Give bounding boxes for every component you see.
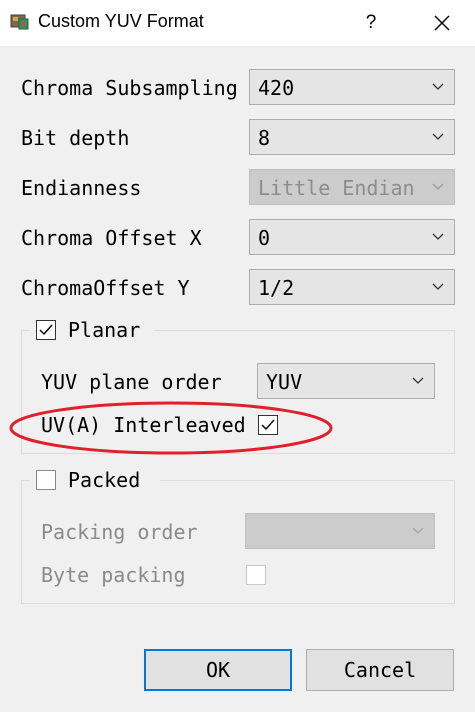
planar-group-header: Planar [30,318,154,342]
yuv-plane-order-select[interactable]: YUV [257,363,435,399]
packed-group-header: Packed [30,468,160,492]
chroma-offset-y-select[interactable]: 1/2 [249,269,455,305]
close-button[interactable] [425,8,459,38]
chevron-down-icon [432,133,444,140]
close-icon [434,15,450,31]
chroma-subsampling-select[interactable]: 420 [249,69,455,105]
packed-checkbox[interactable] [36,470,56,490]
byte-packing-checkbox [246,565,266,585]
planar-checkbox[interactable] [36,320,56,340]
endianness-select: Little Endian [249,169,455,205]
endianness-value: Little Endian [258,176,415,200]
yuv-plane-order-label: YUV plane order [41,370,222,394]
cancel-button[interactable]: Cancel [306,649,454,691]
chroma-subsampling-label: Chroma Subsampling [21,76,238,100]
uv-interleaved-label: UV(A) Interleaved [41,413,246,437]
chevron-down-icon [412,527,424,534]
chroma-subsampling-value: 420 [258,76,295,100]
chroma-offset-y-value: 1/2 [258,276,295,300]
planar-label: Planar [68,318,141,342]
byte-packing-label: Byte packing [41,563,186,587]
chevron-down-icon [432,283,444,290]
check-icon [261,419,275,431]
check-icon [39,324,53,336]
packing-order-select [245,513,435,549]
bit-depth-value: 8 [258,126,271,150]
window-title: Custom YUV Format [38,11,204,31]
bit-depth-select[interactable]: 8 [249,119,455,155]
yuv-plane-order-value: YUV [266,370,303,394]
chevron-down-icon [412,377,424,384]
chroma-offset-x-label: Chroma Offset X [21,226,202,250]
chroma-offset-x-value: 0 [258,226,271,250]
app-icon [10,14,29,30]
title-bar: Custom YUV Format ? [0,0,475,46]
endianness-label: Endianness [21,176,142,200]
bit-depth-label: Bit depth [21,126,130,150]
help-button[interactable]: ? [356,8,386,38]
ok-button[interactable]: OK [144,649,292,691]
chevron-down-icon [432,183,444,190]
packing-order-label: Packing order [41,520,198,544]
uv-interleaved-checkbox[interactable] [258,415,278,435]
chevron-down-icon [432,233,444,240]
chroma-offset-x-select[interactable]: 0 [249,219,455,255]
chroma-offset-y-label: ChromaOffset Y [21,276,190,300]
chevron-down-icon [432,83,444,90]
packed-label: Packed [68,468,141,492]
